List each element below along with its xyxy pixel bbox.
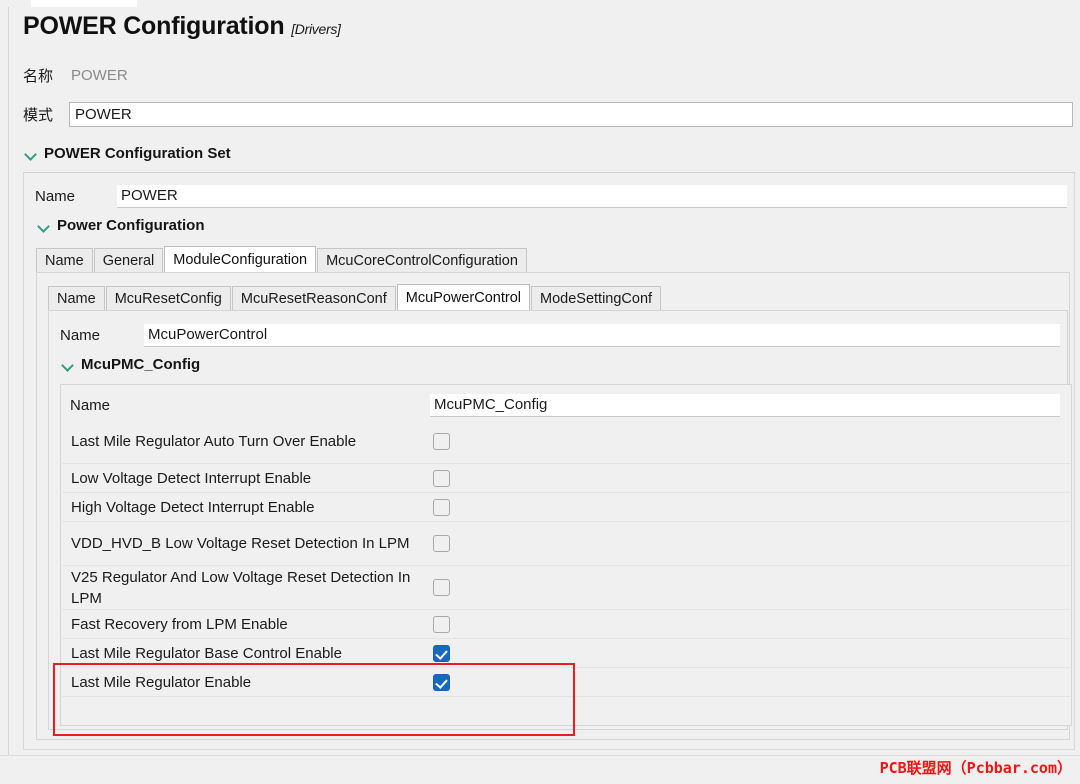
property-row: V25 Regulator And Low Voltage Reset Dete… [62, 566, 1070, 610]
property-label: V25 Regulator And Low Voltage Reset Dete… [71, 568, 411, 607]
property-row: High Voltage Detect Interrupt Enable [62, 493, 1070, 522]
power-control-name-row: Name McuPowerControl [60, 322, 1060, 348]
pmc-name-input[interactable]: McuPMC_Config [430, 393, 1060, 417]
tab-row-level-1: Name General ModuleConfiguration McuCoreCon… [36, 246, 1068, 272]
editor-tab-active-fragment[interactable] [31, 0, 137, 7]
mode-field-label: 模式 [23, 105, 54, 124]
editor-tab-strip [0, 0, 1080, 7]
section-header-mcu-pmc-config[interactable]: McuPMC_Config [62, 356, 200, 373]
property-row: Low Voltage Detect Interrupt Enable [62, 464, 1070, 493]
power-control-name-input[interactable]: McuPowerControl [144, 323, 1060, 347]
chevron-down-icon[interactable] [38, 220, 50, 232]
chevron-down-icon[interactable] [62, 359, 74, 371]
section-label: McuPMC_Config [81, 356, 201, 373]
watermark: PCB联盟网（Pcbbar.com） [879, 759, 1072, 777]
tab-mcupowercontrol[interactable]: McuPowerControl [396, 284, 531, 310]
pmc-name-row: Name McuPMC_Config [70, 392, 1060, 418]
property-label: Last Mile Regulator Enable [71, 673, 252, 691]
tab-label: McuCoreControlConfiguration [326, 252, 518, 269]
tab-label: McuResetConfig [114, 290, 222, 307]
mode-field-row: 模式 POWER [23, 100, 1073, 128]
property-row: Last Mile Regulator Enable [62, 668, 1070, 697]
property-list: Last Mile Regulator Auto Turn Over Enabl… [62, 420, 1070, 697]
tab-row-filler [528, 271, 1068, 272]
name-field-value: POWER [71, 66, 128, 84]
property-label: High Voltage Detect Interrupt Enable [71, 498, 315, 516]
tab-modesettingconf[interactable]: ModeSettingConf [531, 286, 662, 310]
editor-window: POWER Configuration [Drivers] 名称 POWER 模… [0, 0, 1080, 784]
pmc-name-label: Name [70, 396, 111, 414]
property-row: VDD_HVD_B Low Voltage Reset Detection In… [62, 522, 1070, 566]
property-row: Fast Recovery from LPM Enable [62, 610, 1070, 639]
property-label: Last Mile Regulator Base Control Enable [71, 644, 342, 662]
property-label: Fast Recovery from LPM Enable [71, 615, 288, 633]
property-checkbox[interactable] [433, 433, 450, 450]
tab-general[interactable]: General [93, 248, 164, 272]
set-name-input[interactable]: POWER [117, 184, 1067, 208]
property-checkbox[interactable] [433, 535, 450, 552]
section-header-power-configuration-set[interactable]: POWER Configuration Set [25, 145, 231, 162]
property-checkbox[interactable] [433, 579, 450, 596]
property-checkbox[interactable] [433, 498, 450, 516]
section-header-power-configuration[interactable]: Power Configuration [38, 217, 205, 234]
tab-mcuresetconfig[interactable]: McuResetConfig [105, 286, 231, 310]
tab-label: ModuleConfiguration [173, 251, 308, 268]
name-field-label: 名称 [23, 66, 54, 85]
tab-label: Name [57, 290, 96, 307]
name-field-row: 名称 POWER [23, 62, 1073, 88]
section-label: POWER Configuration Set [44, 145, 231, 162]
tab-row-filler [662, 309, 1066, 310]
property-checkbox[interactable] [433, 469, 450, 487]
tab-label: Name [45, 252, 84, 269]
tab-name[interactable]: Name [36, 248, 93, 272]
power-control-name-label: Name [60, 326, 101, 344]
property-checkbox[interactable] [433, 644, 450, 662]
property-label: Last Mile Regulator Auto Turn Over Enabl… [71, 433, 357, 450]
left-rail [0, 7, 9, 755]
property-checkbox[interactable] [433, 615, 450, 633]
tab-label: McuResetReasonConf [240, 290, 387, 307]
tab-label: General [102, 252, 155, 269]
tab-row-level-2: Name McuResetConfig McuResetReasonConf McuP… [48, 284, 1066, 310]
tab-moduleconfiguration[interactable]: ModuleConfiguration [164, 246, 317, 272]
property-row: Last Mile Regulator Base Control Enable [62, 639, 1070, 668]
mode-input[interactable]: POWER [69, 101, 1073, 127]
tab-mcucorecontrolconfiguration[interactable]: McuCoreControlConfiguration [317, 248, 527, 272]
tab-label: McuPowerControl [405, 289, 522, 306]
property-label: VDD_HVD_B Low Voltage Reset Detection In… [71, 535, 410, 552]
tab-name[interactable]: Name [48, 286, 105, 310]
property-checkbox[interactable] [433, 673, 450, 691]
page-title-suffix: [Drivers] [291, 21, 341, 37]
section-label: Power Configuration [57, 217, 205, 234]
tab-label: ModeSettingConf [540, 290, 653, 307]
chevron-down-icon[interactable] [25, 148, 37, 160]
property-label: Low Voltage Detect Interrupt Enable [71, 469, 312, 487]
page-title-text: POWER Configuration [23, 12, 285, 40]
tab-mcuresetreasonconf[interactable]: McuResetReasonConf [231, 286, 396, 310]
property-row: Last Mile Regulator Auto Turn Over Enabl… [62, 420, 1070, 464]
set-name-label: Name [35, 187, 76, 205]
page-title: POWER Configuration [Drivers] [23, 12, 341, 41]
set-name-row: Name POWER [35, 183, 1067, 209]
